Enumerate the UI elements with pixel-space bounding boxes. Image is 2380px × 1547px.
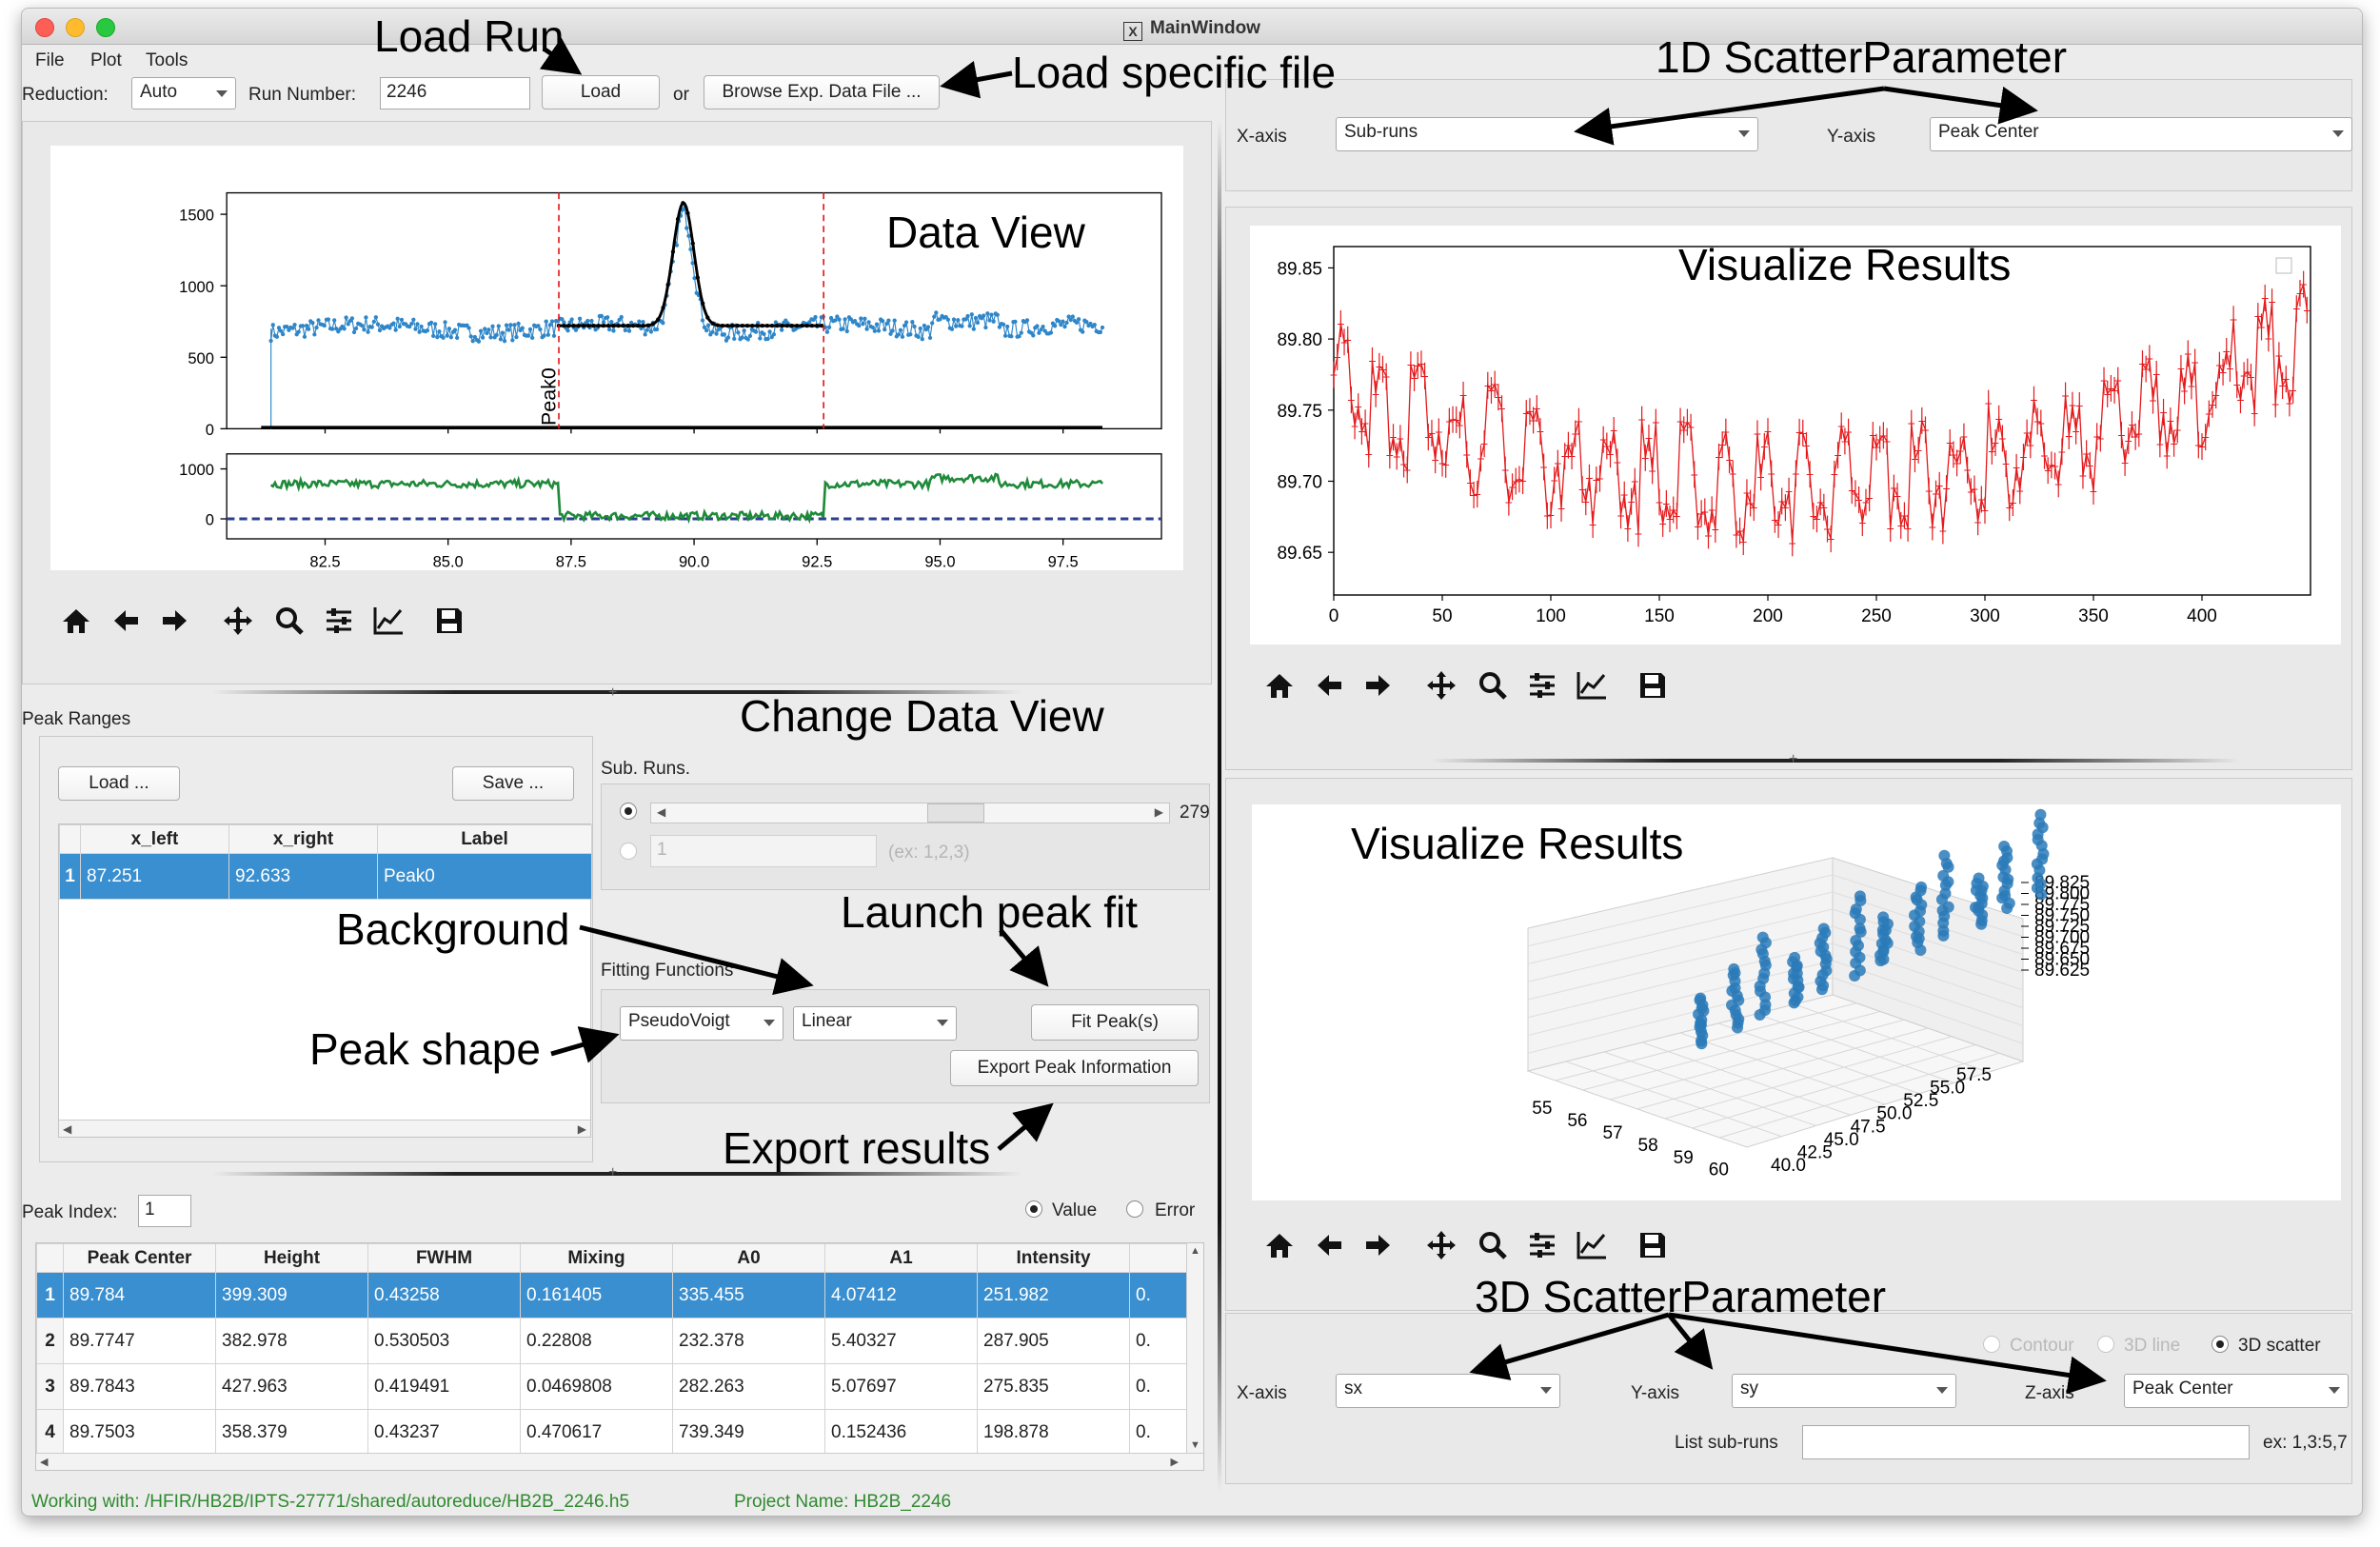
arrow-load-run bbox=[539, 37, 583, 75]
annotation-arrows bbox=[539, 37, 2107, 1395]
arrow-background bbox=[579, 924, 814, 996]
arrow-3d-z bbox=[1668, 1312, 2107, 1395]
arrow-load-file bbox=[940, 60, 1013, 99]
arrow-export bbox=[997, 1102, 1054, 1151]
arrow-1d-y bbox=[1883, 86, 2038, 125]
arrow-launch-fit bbox=[999, 928, 1049, 987]
main-window: X MainWindow File Plot Tools Reduction: A… bbox=[21, 8, 2363, 1517]
arrow-peak-shape bbox=[550, 1026, 620, 1063]
arrow-3d-x bbox=[1469, 1312, 1670, 1380]
arrow-1d-x bbox=[1574, 86, 1885, 146]
